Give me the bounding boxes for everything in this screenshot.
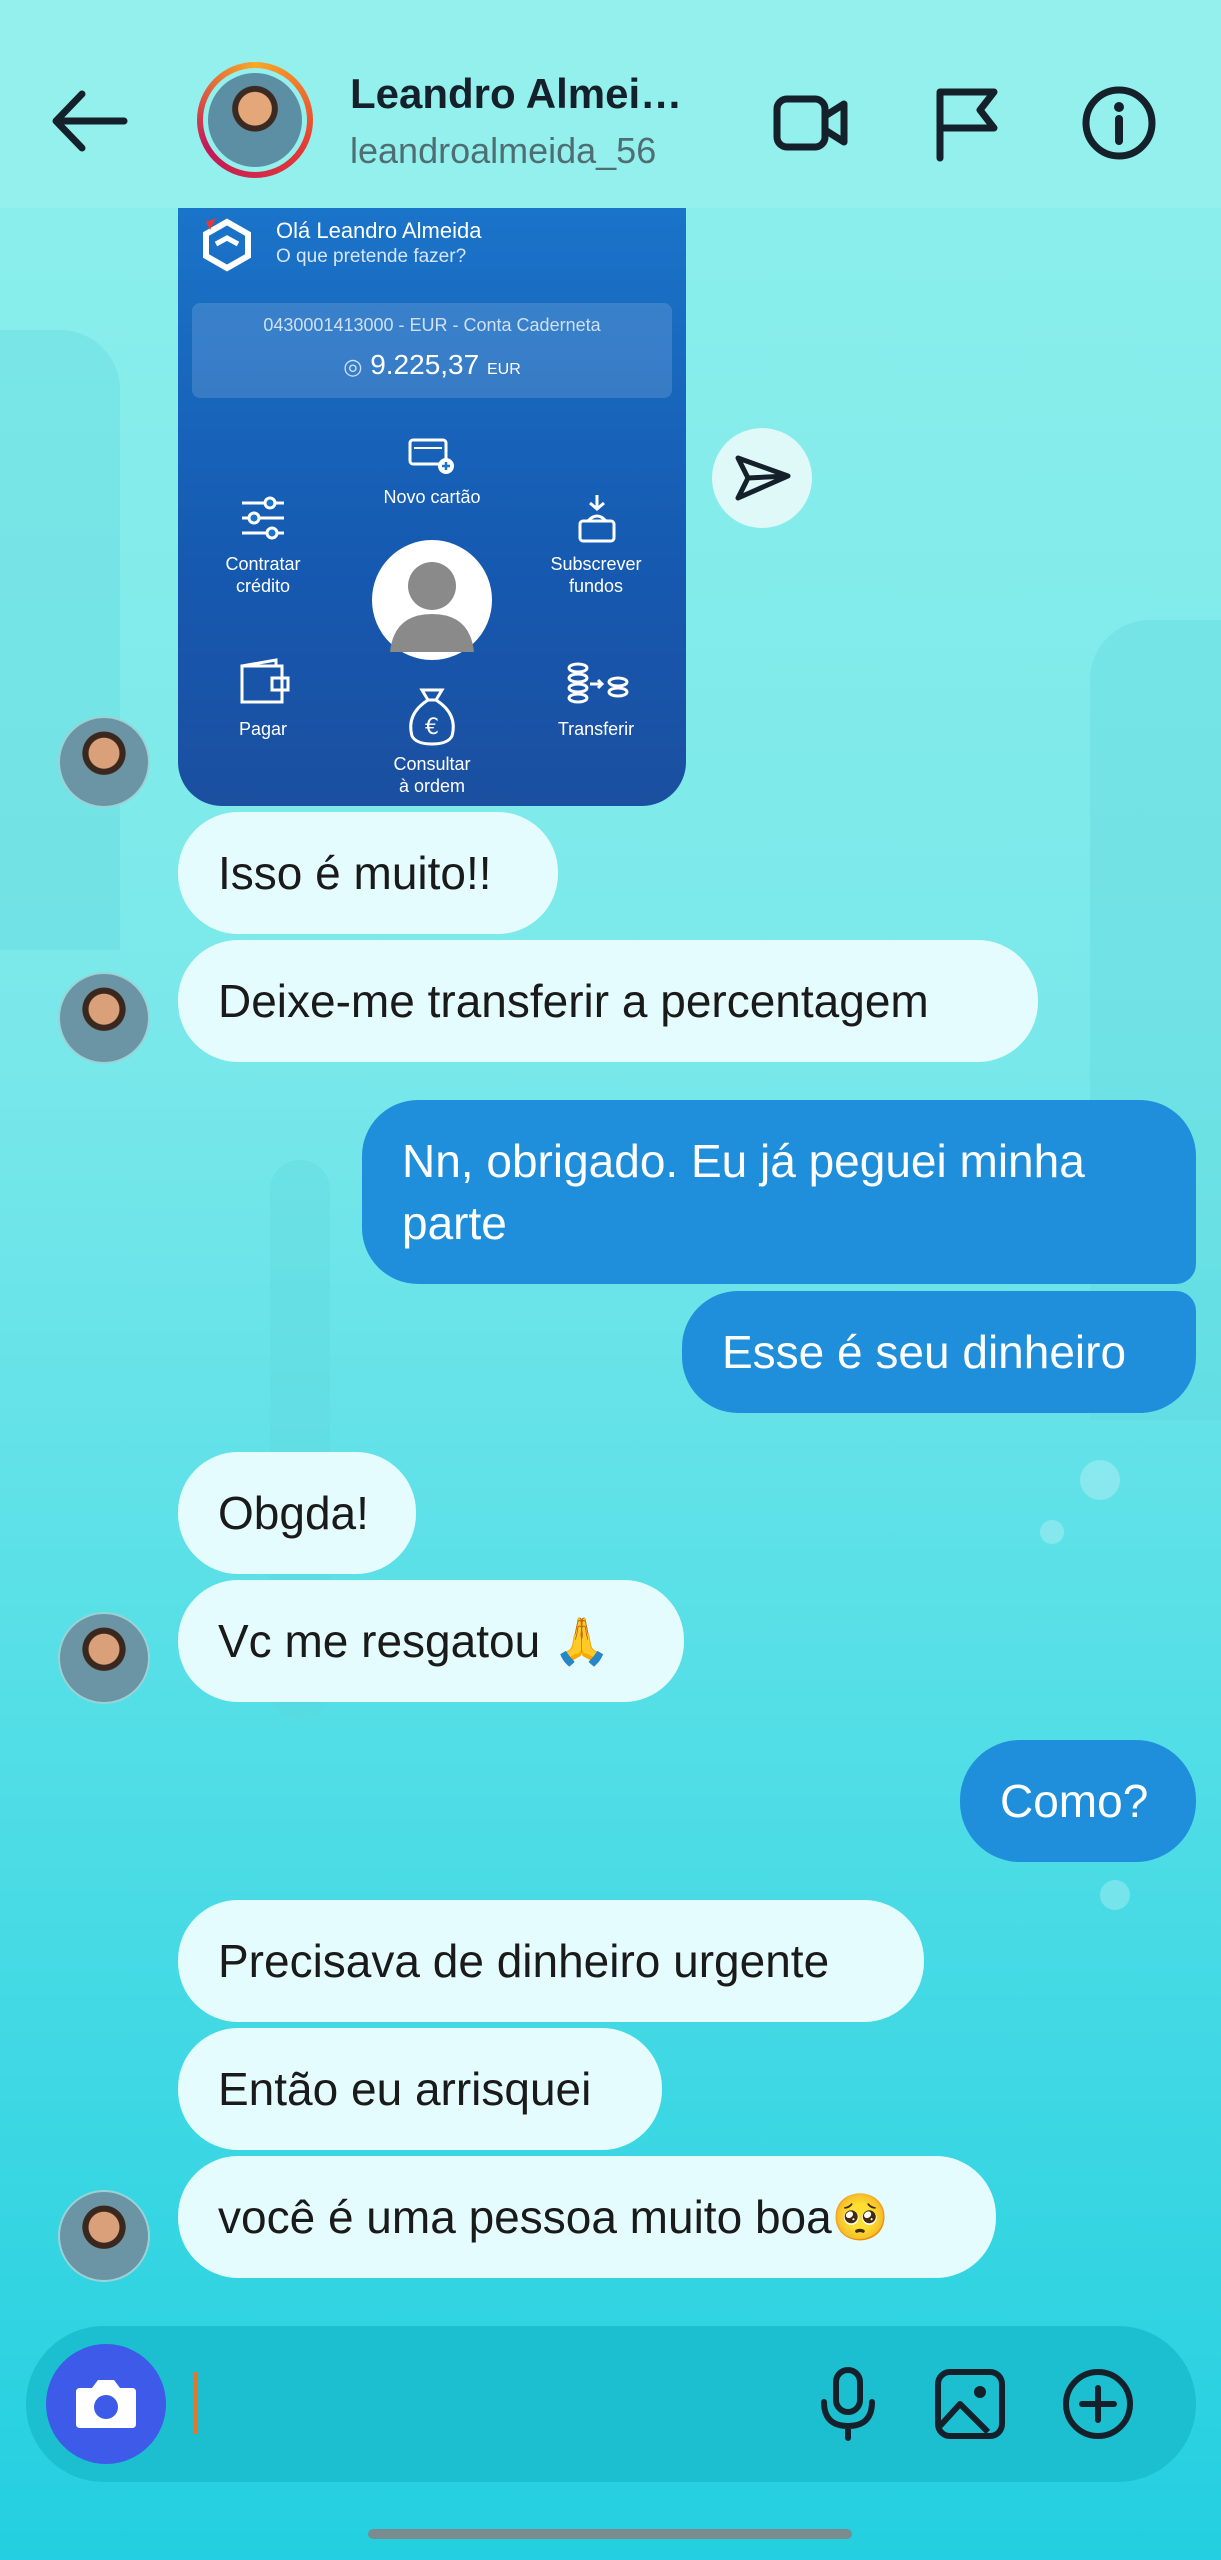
shared-bank-screenshot[interactable]: Olá Leandro Almeida O que pretende fazer…	[178, 208, 686, 806]
consult-label: Consultar à ordem	[393, 754, 471, 796]
contact-name[interactable]: Leandro Almei…	[350, 70, 682, 118]
contact-avatar[interactable]	[197, 62, 313, 178]
new-card-label: Novo cartão	[383, 487, 481, 507]
incoming-message[interactable]: Deixe-me transferir a percentagem	[178, 940, 1038, 1062]
eye-hidden-icon: ◎	[343, 354, 363, 379]
home-indicator[interactable]	[368, 2529, 852, 2539]
bank-logo-icon	[203, 218, 251, 272]
info-icon[interactable]	[1080, 84, 1158, 162]
video-call-icon[interactable]	[772, 84, 850, 162]
funds-label: Subscrever fundos	[550, 554, 642, 596]
chat-header: Leandro Almei… leandroalmeida_56	[0, 0, 1221, 208]
pay-label: Pagar	[238, 719, 288, 739]
sender-avatar[interactable]	[58, 972, 150, 1064]
account-number: 0430001413000 - EUR - Conta Caderneta	[263, 315, 601, 335]
transfer-label: Transferir	[557, 719, 635, 739]
back-arrow-icon[interactable]	[44, 76, 134, 166]
sliders-icon	[242, 496, 284, 540]
incoming-message[interactable]: Isso é muito!!	[178, 812, 558, 934]
transfer-icon	[567, 662, 629, 704]
money-bag-icon: €	[409, 688, 455, 746]
microphone-icon[interactable]	[810, 2366, 886, 2442]
new-card-icon	[408, 438, 454, 474]
incoming-message[interactable]: Obgda!	[178, 1452, 416, 1574]
wallet-icon	[240, 658, 290, 704]
greeting-prompt: O que pretende fazer?	[276, 246, 467, 267]
incoming-message[interactable]: Vc me resgatou 🙏	[178, 1580, 684, 1702]
share-button[interactable]	[712, 428, 812, 528]
profile-placeholder	[372, 540, 492, 660]
greeting: Olá Leandro Almeida	[276, 218, 482, 243]
balance-value: 9.225,37	[370, 349, 480, 380]
balance-currency: EUR	[486, 361, 521, 378]
add-circle-icon[interactable]	[1060, 2366, 1136, 2442]
svg-text:€: €	[425, 715, 439, 740]
paper-plane-icon	[735, 455, 791, 501]
account-balance: ◎ 9.225,37 EUR	[192, 349, 672, 381]
camera-icon	[76, 2380, 136, 2428]
user-silhouette-icon	[390, 562, 474, 652]
outgoing-message[interactable]: Nn, obrigado. Eu já peguei minha parte	[362, 1100, 1196, 1284]
sender-avatar[interactable]	[58, 716, 150, 808]
message-input[interactable]	[194, 2372, 198, 2434]
gallery-icon[interactable]	[932, 2366, 1008, 2442]
funds-icon	[578, 495, 616, 543]
account-summary: 0430001413000 - EUR - Conta Caderneta ◎ …	[192, 303, 672, 398]
camera-button[interactable]	[46, 2344, 166, 2464]
incoming-message[interactable]: Precisava de dinheiro urgente	[178, 1900, 924, 2022]
incoming-message[interactable]: Então eu arrisquei	[178, 2028, 662, 2150]
message-composer	[26, 2326, 1196, 2482]
credit-label: Contratar crédito	[225, 554, 301, 596]
contact-username[interactable]: leandroalmeida_56	[350, 130, 656, 172]
flag-icon[interactable]	[928, 84, 1006, 162]
sender-avatar[interactable]	[58, 1612, 150, 1704]
incoming-message[interactable]: você é uma pessoa muito boa🥺	[178, 2156, 996, 2278]
sender-avatar[interactable]	[58, 2190, 150, 2282]
outgoing-message[interactable]: Esse é seu dinheiro	[682, 1291, 1196, 1413]
outgoing-message[interactable]: Como?	[960, 1740, 1196, 1862]
